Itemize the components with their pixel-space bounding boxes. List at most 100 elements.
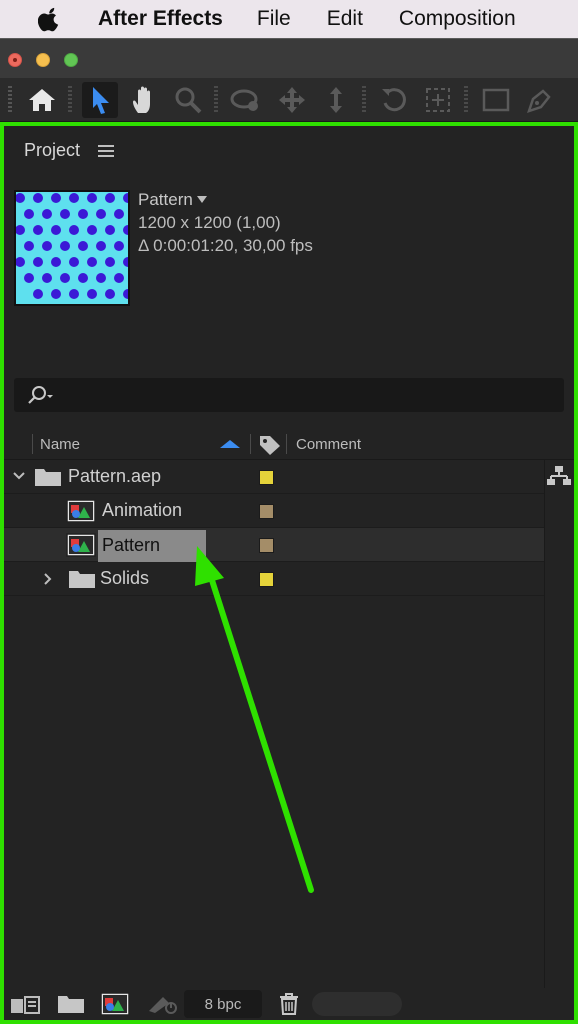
pen-tool-button[interactable] <box>522 82 558 118</box>
panel-title[interactable]: Project <box>24 140 80 161</box>
apple-icon[interactable] <box>38 6 62 32</box>
rectangle-tool-button[interactable] <box>478 82 514 118</box>
project-panel: Project Pattern 1200 x 1200 (1,00) Δ 0:0… <box>0 122 578 1024</box>
label-color-swatch[interactable] <box>259 470 274 485</box>
thumbnail-dot <box>87 289 97 299</box>
project-item-pattern[interactable]: Pattern <box>4 528 544 562</box>
toolbar-grip[interactable] <box>8 86 12 114</box>
thumbnail-dot <box>114 273 124 283</box>
preview-name-row[interactable]: Pattern <box>138 188 313 211</box>
column-name[interactable]: Name <box>40 436 80 453</box>
project-item-label: Animation <box>102 500 183 520</box>
window-titlebar <box>0 38 578 78</box>
chevron-right-icon[interactable] <box>42 572 54 586</box>
thumbnail-dot <box>24 273 34 283</box>
minimize-window-button[interactable] <box>36 53 50 67</box>
search-input[interactable] <box>14 378 564 412</box>
dolly-camera-button[interactable] <box>318 82 354 118</box>
home-icon <box>29 89 55 111</box>
toolbar-separator <box>68 86 72 114</box>
hand-tool-button[interactable] <box>126 82 162 118</box>
list-divider <box>544 460 545 994</box>
label-color-swatch[interactable] <box>259 504 274 519</box>
pen-tool-icon <box>527 89 551 113</box>
pattern-thumbnail-image <box>16 192 128 304</box>
thumbnail-dot <box>51 257 61 267</box>
rotate-tool-button[interactable] <box>376 82 412 118</box>
search-icon <box>28 386 53 404</box>
menu-edit[interactable]: Edit <box>327 7 363 31</box>
thumbnail-dot <box>33 225 43 235</box>
trash-icon <box>280 993 298 1015</box>
bit-depth-button[interactable]: 8 bpc <box>184 990 262 1018</box>
project-settings-button[interactable] <box>146 992 180 1016</box>
thumbnail-dot <box>33 289 43 299</box>
menu-file[interactable]: File <box>257 7 291 31</box>
column-divider[interactable] <box>32 434 33 454</box>
thumbnail-dot <box>96 209 106 219</box>
thumbnail-dot <box>51 193 61 203</box>
anchor-point-button[interactable] <box>420 82 456 118</box>
home-button[interactable] <box>24 82 60 118</box>
column-header: Name Comment <box>4 430 574 460</box>
thumbnail-dot <box>24 209 34 219</box>
thumbnail-dot <box>42 273 52 283</box>
app-name[interactable]: After Effects <box>98 7 223 31</box>
project-item-label-editing[interactable]: Pattern <box>98 530 207 562</box>
project-item-pattern-aep[interactable]: Pattern.aep <box>4 460 544 494</box>
thumbnail-dot <box>69 225 79 235</box>
delete-button[interactable] <box>274 992 304 1016</box>
thumbnail-dot <box>96 241 106 251</box>
project-item-animation[interactable]: Animation <box>4 494 544 528</box>
toolbar-separator <box>214 86 218 114</box>
chevron-down-icon[interactable] <box>12 470 26 482</box>
thumbnail-dot <box>33 193 43 203</box>
thumbnail-dot <box>42 209 52 219</box>
preview-duration: Δ 0:00:01:20, 30,00 fps <box>138 236 313 255</box>
thumbnail-dot <box>87 193 97 203</box>
new-folder-button[interactable] <box>54 992 88 1016</box>
thumbnail-dot <box>33 257 43 267</box>
column-comment[interactable]: Comment <box>296 436 361 453</box>
toolbar-separator <box>362 86 366 114</box>
menubar: After Effects File Edit Composition <box>0 0 578 38</box>
thumbnail-dot <box>105 225 115 235</box>
thumbnail-dot <box>87 225 97 235</box>
project-item-solids[interactable]: Solids <box>4 562 544 596</box>
label-tag-icon[interactable] <box>258 434 282 456</box>
rotate-tool-icon <box>382 88 406 112</box>
thumbnail-dot <box>114 209 124 219</box>
thumbnail-dot <box>96 273 106 283</box>
label-color-swatch[interactable] <box>259 538 274 553</box>
label-color-swatch[interactable] <box>259 572 274 587</box>
flowchart-settings-icon <box>149 997 177 1014</box>
close-window-button[interactable] <box>8 53 22 67</box>
flowchart-icon[interactable] <box>546 464 572 488</box>
thumbnail-dot <box>105 289 115 299</box>
zoom-window-button[interactable] <box>64 53 78 67</box>
column-divider[interactable] <box>286 434 287 454</box>
selection-tool-button[interactable] <box>82 82 118 118</box>
thumbnail-dot <box>69 193 79 203</box>
pan-camera-button[interactable] <box>274 82 310 118</box>
sort-ascending-icon[interactable] <box>220 440 240 448</box>
composition-icon <box>66 499 96 523</box>
orbit-camera-icon <box>230 89 258 111</box>
zoom-tool-button[interactable] <box>170 82 206 118</box>
project-item-label: Pattern.aep <box>68 466 162 486</box>
orbit-camera-button[interactable] <box>228 82 264 118</box>
thumbnail-size-slider[interactable] <box>312 992 402 1016</box>
thumbnail-dot <box>60 273 70 283</box>
folder-icon <box>69 571 95 588</box>
new-composition-button[interactable] <box>98 992 132 1016</box>
project-item-label: Solids <box>100 568 150 588</box>
column-divider[interactable] <box>250 434 251 454</box>
panel-menu-icon[interactable] <box>98 144 115 157</box>
folder-icon <box>35 469 61 486</box>
interpret-footage-button[interactable] <box>8 992 42 1016</box>
thumbnail-dot <box>87 257 97 267</box>
anchor-point-icon <box>426 88 450 112</box>
menu-composition[interactable]: Composition <box>399 7 516 31</box>
thumbnail-dot <box>78 209 88 219</box>
thumbnail-dot <box>114 241 124 251</box>
